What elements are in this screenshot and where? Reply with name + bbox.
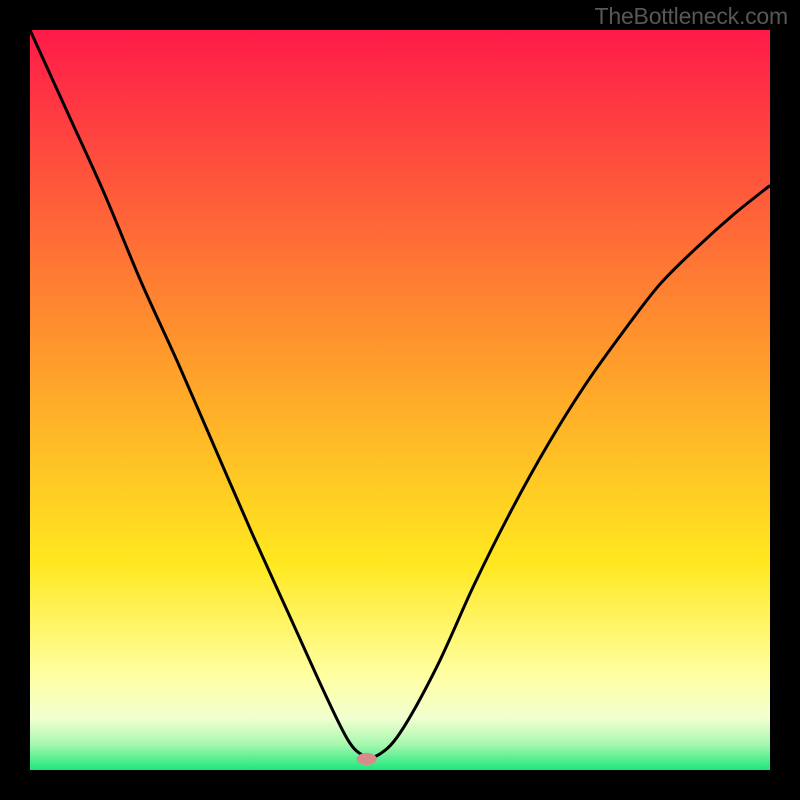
plot-background bbox=[30, 30, 770, 770]
watermark-text: TheBottleneck.com bbox=[595, 3, 788, 30]
bottleneck-chart bbox=[0, 0, 800, 800]
chart-container: TheBottleneck.com bbox=[0, 0, 800, 800]
optimum-marker bbox=[357, 753, 377, 765]
